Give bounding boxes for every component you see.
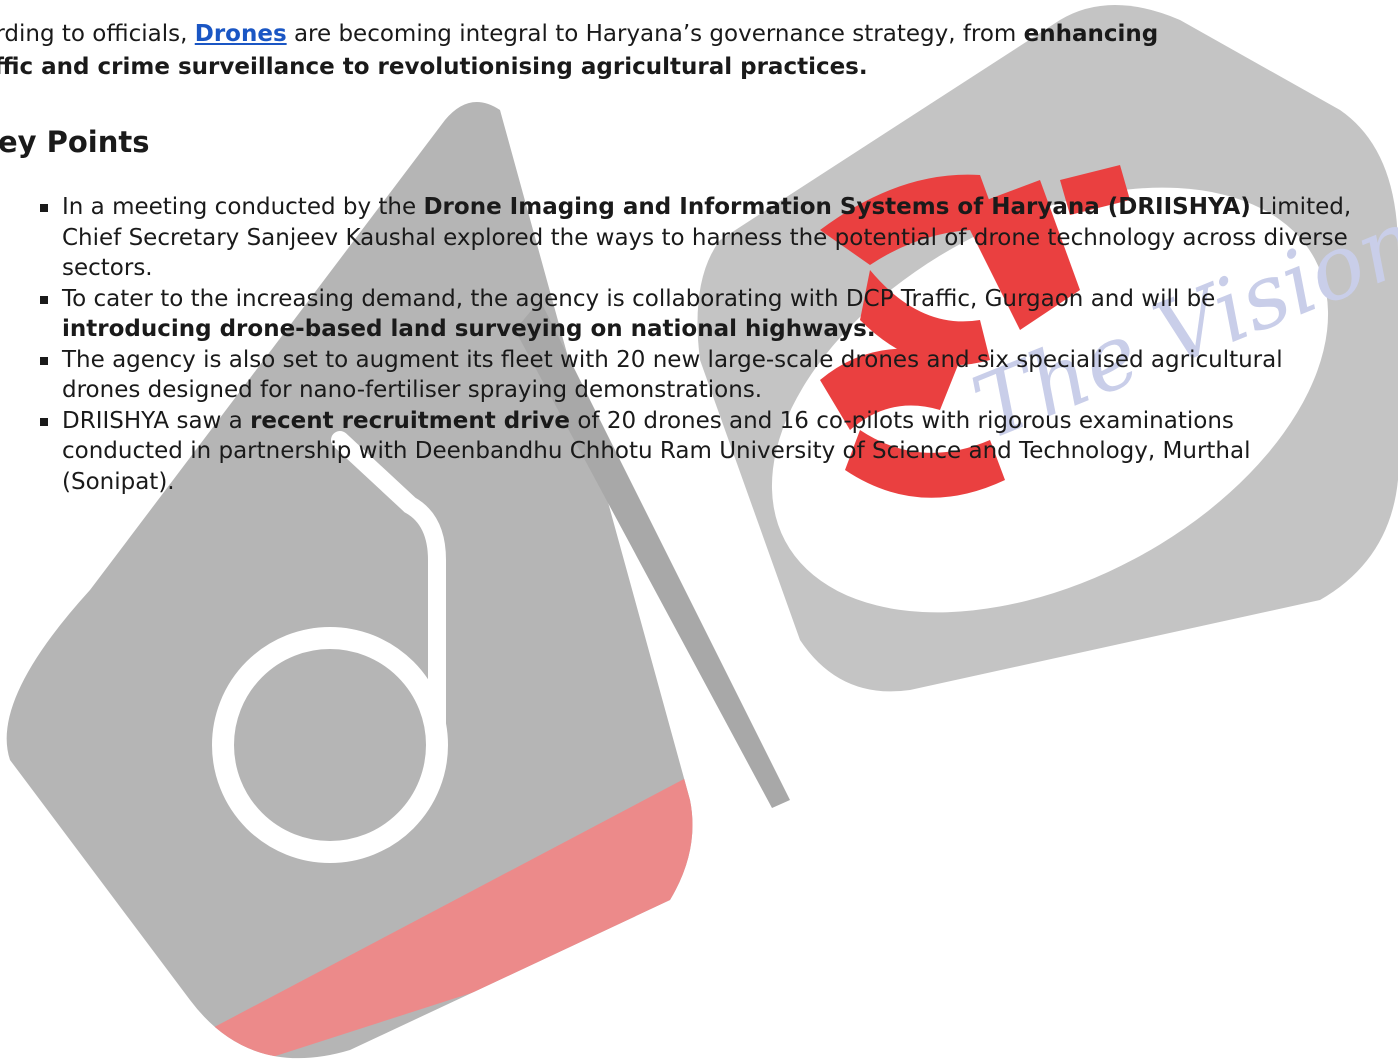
list-item: In a meeting conducted by the Drone Imag… [40, 192, 1362, 284]
intro-bold-2: traffic and crime surveillance to revolu… [0, 54, 868, 80]
intro-prefix: ccording to officials, [0, 21, 188, 47]
key-points-list: In a meeting conducted by the Drone Imag… [40, 192, 1362, 498]
list-item: The agency is also set to augment its fl… [40, 345, 1362, 406]
bullet-icon [40, 356, 48, 365]
list-item: To cater to the increasing demand, the a… [40, 284, 1362, 345]
bullet-icon [40, 204, 48, 212]
key-points-heading: Key Points [0, 125, 150, 159]
drones-link[interactable]: Drones [195, 21, 287, 47]
article-content: ccording to officials, Drones are becomi… [0, 0, 1376, 495]
intro-paragraph: ccording to officials, Drones are becomi… [0, 0, 1376, 84]
list-item: DRIISHYA saw a recent recruitment drive … [40, 406, 1362, 498]
intro-bold-1: enhancing [1023, 21, 1159, 47]
watermark-d-ring [212, 627, 448, 863]
page: The Vision ccording to officials, Drones… [0, 0, 1398, 1061]
bullet-icon [40, 295, 48, 304]
intro-middle: are becoming integral to Haryana’s gover… [286, 21, 1024, 47]
bullet-icon [40, 417, 48, 426]
drishti-watermark-logo: The Vision [6, 5, 1398, 1059]
